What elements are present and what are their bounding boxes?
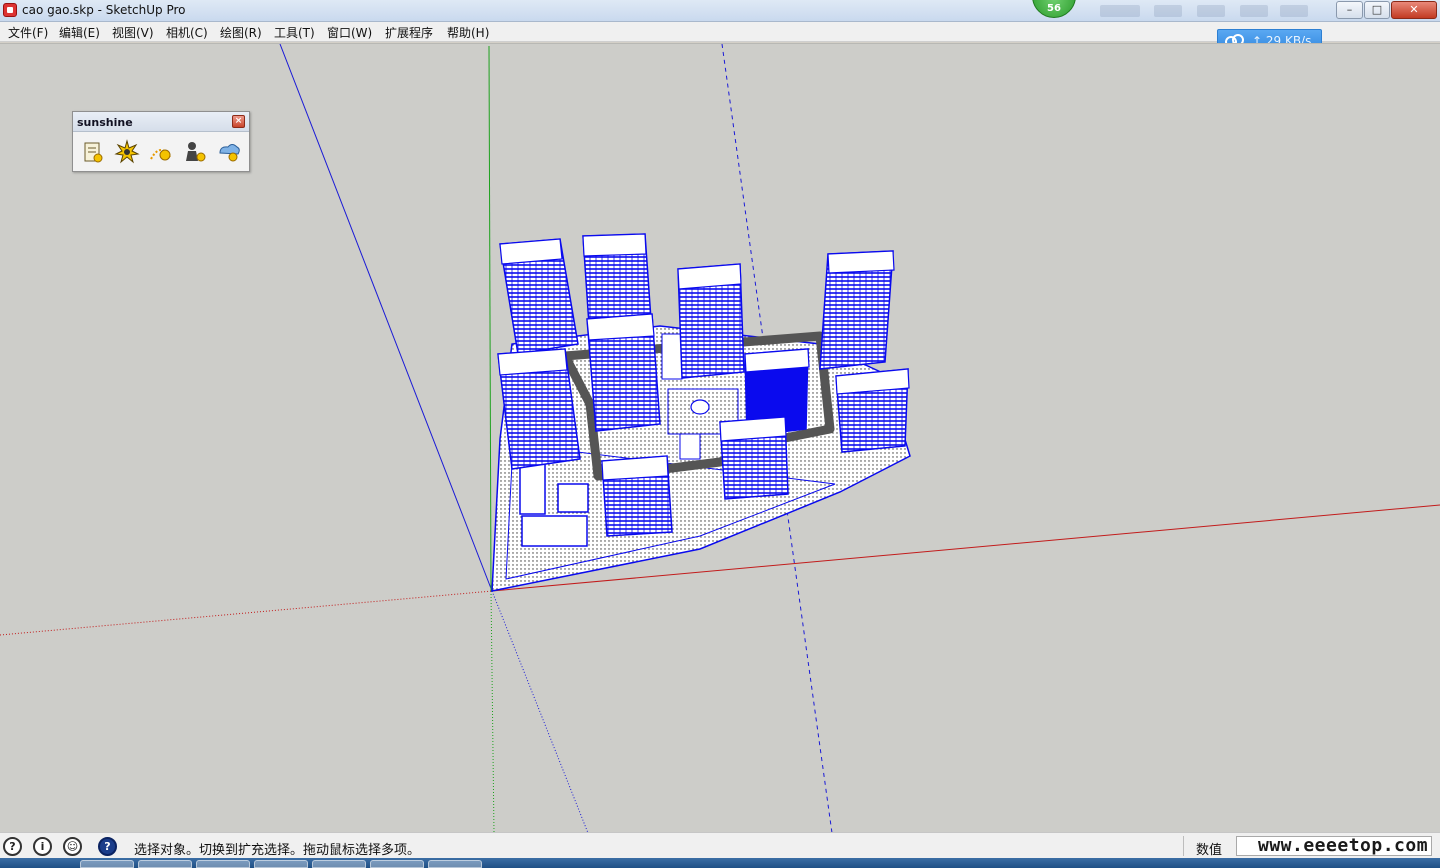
tower (835, 368, 910, 453)
axis-green-solid (488, 45, 492, 592)
window-title: cao gao.skp - SketchUp Pro (22, 3, 186, 17)
title-ghost-item (1280, 5, 1308, 17)
notification-badge[interactable]: 56 (1032, 0, 1076, 18)
maximize-button[interactable]: □ (1364, 1, 1390, 19)
title-ghost-item (1154, 5, 1182, 17)
sun-settings-icon[interactable] (79, 138, 107, 166)
menu-file[interactable]: 文件(F) (6, 24, 50, 41)
tower (586, 313, 661, 432)
tower (677, 263, 745, 379)
geo-location-icon[interactable]: ? (3, 837, 22, 856)
sun-path-icon[interactable] (147, 138, 175, 166)
menu-tools[interactable]: 工具(T) (272, 24, 317, 41)
tower (819, 250, 895, 370)
low-building (679, 433, 701, 460)
low-building (557, 483, 589, 513)
menu-window[interactable]: 窗口(W) (325, 24, 374, 41)
axis-green-dotted (490, 590, 495, 833)
taskbar-button[interactable] (312, 860, 366, 868)
title-ghost-item (1240, 5, 1268, 17)
status-separator (1183, 836, 1184, 856)
minimize-button[interactable]: – (1336, 1, 1363, 19)
sun-burst-icon[interactable] (113, 138, 141, 166)
menu-help[interactable]: 帮助(H) (445, 24, 491, 41)
tower (719, 416, 789, 500)
status-bar: ? i ☺ ? 选择对象。切换到扩充选择。拖动鼠标选择多项。 数值 (0, 832, 1440, 858)
title-ghost-item (1100, 5, 1140, 17)
menu-edit[interactable]: 编辑(E) (57, 24, 102, 41)
toolbox-tools (79, 138, 243, 166)
taskbar-button[interactable] (254, 860, 308, 868)
axis-blue-solid (279, 44, 493, 592)
axis-blue-dotted (491, 590, 589, 833)
info-icon[interactable]: i (33, 837, 52, 856)
sun-figure-icon[interactable] (181, 138, 209, 166)
help-icon[interactable]: ? (98, 837, 117, 856)
toolbox-close-button[interactable]: × (232, 115, 245, 128)
courtyard-circle (690, 399, 710, 415)
watermark-text: www.eeeetop.com (1258, 835, 1429, 856)
title-bar: cao gao.skp - SketchUp Pro 56 – □ ✕ (0, 0, 1440, 22)
menu-draw[interactable]: 绘图(R) (218, 24, 264, 41)
tower (601, 455, 673, 537)
tower (499, 238, 579, 355)
taskbar-button[interactable] (138, 860, 192, 868)
sun-cloud-icon[interactable] (215, 138, 243, 166)
toolbox-title: sunshine (77, 116, 133, 129)
menu-extensions[interactable]: 扩展程序 (383, 24, 435, 41)
taskbar-button[interactable] (80, 860, 134, 868)
sunshine-toolbox[interactable]: sunshine × (72, 111, 250, 172)
taskbar-button[interactable] (196, 860, 250, 868)
low-building (521, 515, 588, 547)
taskbar (0, 858, 1440, 868)
axis-red-dotted (0, 590, 493, 636)
menu-view[interactable]: 视图(V) (110, 24, 156, 41)
user-icon[interactable]: ☺ (63, 837, 82, 856)
status-message: 选择对象。切换到扩充选择。拖动鼠标选择多项。 (134, 843, 421, 858)
taskbar-button[interactable] (428, 860, 482, 868)
low-building (661, 333, 683, 380)
tower (497, 348, 581, 470)
menu-camera[interactable]: 相机(C) (164, 24, 210, 41)
title-ghost-item (1197, 5, 1225, 17)
taskbar-button[interactable] (370, 860, 424, 868)
measurements-label: 数值 (1196, 843, 1223, 858)
toolbox-header[interactable]: sunshine × (73, 112, 249, 132)
close-button[interactable]: ✕ (1391, 1, 1437, 19)
sketchup-app-icon[interactable] (3, 3, 17, 17)
